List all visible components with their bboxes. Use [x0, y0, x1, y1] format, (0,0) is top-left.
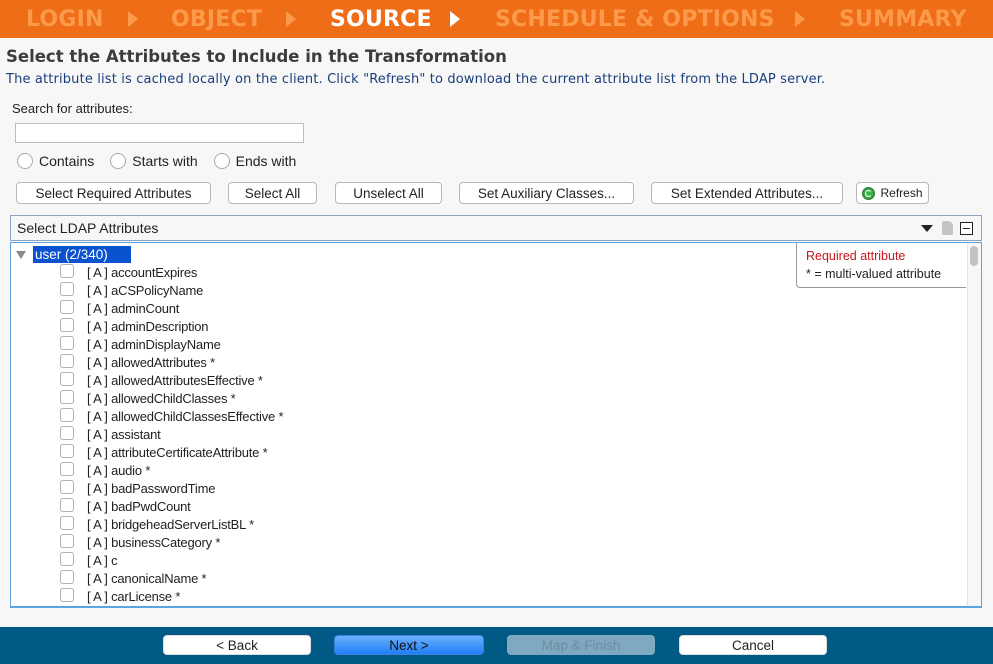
radio-circle[interactable]	[17, 153, 33, 169]
cancel-button[interactable]: Cancel	[679, 635, 827, 655]
attribute-checkbox[interactable]	[60, 264, 74, 278]
match-mode-group: Contains Starts with Ends with	[17, 153, 312, 169]
attribute-checkbox[interactable]	[60, 588, 74, 602]
tree-root-label[interactable]: user (2/340)	[33, 246, 131, 263]
attribute-tree: user (2/340) [ A ] accountExpires [ A ] a…	[10, 242, 982, 608]
dropdown-icon[interactable]	[921, 224, 933, 232]
radio-circle[interactable]	[110, 153, 127, 169]
radio-starts-with[interactable]: Starts with	[110, 153, 198, 169]
select-all-button[interactable]: Select All	[228, 182, 317, 204]
search-label: Search for attributes:	[12, 101, 133, 116]
radio-circle[interactable]	[213, 153, 230, 169]
attribute-label: [ A ] allowedChildClassesEffective *	[87, 408, 284, 424]
radio-label: Starts with	[132, 153, 198, 169]
attribute-label: [ A ] aCSPolicyName	[87, 282, 204, 298]
attribute-label: [ A ] badPwdCount	[87, 498, 191, 514]
attribute-checkbox[interactable]	[60, 354, 74, 368]
set-extended-attributes-button[interactable]: Set Extended Attributes...	[651, 182, 843, 204]
attribute-checkbox[interactable]	[60, 570, 74, 584]
attribute-label: [ A ] accountExpires	[87, 264, 198, 280]
legend-required: Required attribute	[806, 249, 906, 263]
radio-contains[interactable]: Contains	[17, 153, 94, 169]
set-auxiliary-classes-button[interactable]: Set Auxiliary Classes...	[459, 182, 634, 204]
attribute-checkbox[interactable]	[60, 552, 74, 566]
next-button[interactable]: Next >	[334, 635, 484, 655]
document-icon[interactable]	[942, 221, 953, 235]
attribute-label: [ A ] attributeCertificateAttribute *	[87, 444, 268, 460]
step-login: LOGIN	[26, 6, 104, 32]
attribute-label: [ A ] adminDisplayName	[87, 336, 221, 352]
step-arrow-icon	[450, 11, 460, 27]
attribute-label: [ A ] canonicalName *	[87, 570, 207, 586]
step-arrow-icon	[795, 11, 805, 27]
step-schedule-options: SCHEDULE & OPTIONS	[495, 6, 775, 32]
attribute-checkbox[interactable]	[60, 336, 74, 350]
unselect-all-button[interactable]: Unselect All	[335, 182, 442, 204]
legend-multi-valued: * = multi-valued attribute	[806, 267, 942, 281]
wizard-step-bar: LOGIN OBJECT SOURCE SCHEDULE & OPTIONS S…	[0, 0, 993, 38]
footer-bar: < Back Next > Map & Finish Cancel	[0, 627, 993, 664]
panel-title: Select LDAP Attributes	[17, 220, 159, 236]
attribute-label: [ A ] adminDescription	[87, 318, 209, 334]
attribute-label: [ A ] carLicense *	[87, 588, 181, 604]
attribute-label: [ A ] badPasswordTime	[87, 480, 216, 496]
radio-label: Ends with	[235, 153, 297, 169]
expand-toggle-icon[interactable]	[16, 250, 26, 259]
attribute-checkbox[interactable]	[60, 606, 74, 608]
back-button[interactable]: < Back	[163, 635, 311, 655]
attribute-checkbox[interactable]	[60, 300, 74, 314]
legend-box: Required attribute * = multi-valued attr…	[796, 243, 966, 288]
step-source: SOURCE	[330, 6, 432, 32]
attribute-label: [ A ] allowedAttributesEffective *	[87, 372, 263, 388]
page-title: Select the Attributes to Include in the …	[6, 47, 507, 66]
page-subtitle: The attribute list is cached locally on …	[6, 72, 826, 87]
refresh-icon	[862, 186, 876, 200]
radio-ends-with[interactable]: Ends with	[213, 153, 297, 169]
radio-label: Contains	[39, 153, 95, 169]
search-input[interactable]	[15, 123, 304, 143]
tree-root-user[interactable]: user (2/340)	[16, 246, 131, 263]
refresh-label: Refresh	[880, 186, 923, 200]
collapse-icon[interactable]	[960, 221, 973, 235]
attribute-checkbox[interactable]	[60, 282, 74, 296]
attribute-checkbox[interactable]	[60, 498, 74, 512]
attribute-label: [ A ] allowedChildClasses *	[87, 390, 236, 406]
step-object: OBJECT	[171, 6, 263, 32]
attribute-checkbox[interactable]	[60, 516, 74, 530]
attribute-label: [ A ] audio *	[87, 462, 151, 478]
attribute-label: [ A ] assistant	[87, 426, 161, 442]
panel-header-icons	[921, 221, 973, 235]
step-arrow-icon	[286, 11, 296, 27]
attribute-label: [ A ] bridgeheadServerListBL *	[87, 516, 254, 532]
attribute-label: [ A ] allowedAttributes *	[87, 354, 215, 370]
map-finish-button[interactable]: Map & Finish	[507, 635, 655, 655]
attribute-label: [ A ] c	[87, 552, 118, 568]
attribute-checkbox[interactable]	[60, 480, 74, 494]
attribute-checkbox[interactable]	[60, 318, 74, 332]
attribute-label: [ A ] adminCount	[87, 300, 180, 316]
select-required-button[interactable]: Select Required Attributes	[16, 182, 211, 204]
attribute-label: [ A ] businessCategory *	[87, 534, 221, 550]
attribute-checkbox[interactable]	[60, 426, 74, 440]
attribute-checkbox[interactable]	[60, 408, 74, 422]
panel-header: Select LDAP Attributes	[10, 215, 982, 241]
attribute-checkbox[interactable]	[60, 372, 74, 386]
step-summary: SUMMARY	[839, 6, 967, 32]
attribute-checkbox[interactable]	[60, 390, 74, 404]
attribute-checkbox[interactable]	[60, 462, 74, 476]
refresh-button[interactable]: Refresh	[856, 182, 929, 204]
attribute-checkbox[interactable]	[60, 534, 74, 548]
attribute-checkbox[interactable]	[60, 444, 74, 458]
scrollbar-thumb[interactable]	[970, 246, 978, 266]
vertical-scrollbar[interactable]	[967, 243, 981, 606]
step-arrow-icon	[128, 11, 138, 27]
